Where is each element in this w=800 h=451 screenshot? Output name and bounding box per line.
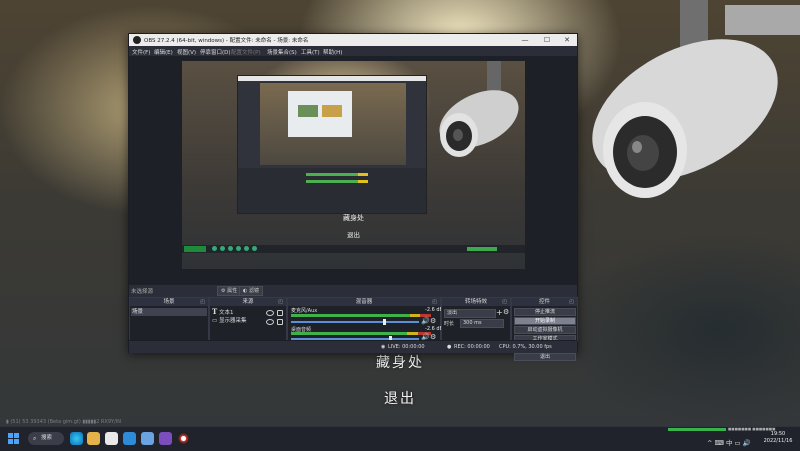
desktop-title-text: 藏身处 — [376, 355, 424, 371]
store-icon[interactable] — [105, 432, 118, 445]
clock-time: 19:50 — [770, 431, 786, 437]
menu-edit[interactable]: 编辑(E) — [154, 48, 173, 56]
taskbar-clock[interactable]: 19:50 2022/11/16 — [760, 431, 796, 445]
lock-icon[interactable] — [277, 319, 283, 325]
dock-float-icon[interactable]: ◰ — [502, 298, 507, 306]
desktop-exit-text[interactable]: 退出 — [0, 388, 800, 408]
volume-meter — [291, 332, 431, 335]
source-item-text[interactable]: T 文本1 — [212, 307, 234, 317]
system-tray-icons[interactable]: ^ ⌨ 中 ▭ 🔊 — [707, 437, 751, 447]
file-explorer-icon[interactable] — [87, 432, 100, 445]
dock-float-icon[interactable]: ◰ — [200, 298, 205, 306]
app-icon[interactable] — [159, 432, 172, 445]
dock-float-icon[interactable]: ◰ — [432, 298, 437, 306]
app-icon[interactable] — [141, 432, 154, 445]
sources-dock: 来源◰ T 文本1 ▭ 显示器采集 + − ⚙ ⌃ ⌄ — [209, 297, 287, 348]
mixer-title: 混音器 — [355, 299, 373, 305]
preview-taskbar — [182, 245, 525, 253]
monitor-icon: ▭ — [212, 318, 218, 324]
filters-button[interactable]: ◐ 滤镜 — [239, 286, 263, 296]
menu-docks[interactable]: 停靠窗口(D) — [200, 48, 231, 56]
audio-mixer-dock: 混音器 ◰ 麦克风/Aux -2.6 dB 🔊 ⚙ 桌面音频 -2.6 dB 🔊 … — [287, 297, 443, 342]
controls-dock: 控件◰ 停止推流 开始录制 启动虚拟摄像机 工作室模式 设置 退出 — [511, 297, 578, 361]
clock-date: 2022/11/16 — [763, 438, 793, 444]
filters-label: 滤镜 — [248, 288, 259, 294]
obs-taskbar-icon[interactable] — [177, 432, 190, 445]
properties-label: 属性 — [227, 288, 238, 294]
lock-icon[interactable] — [277, 310, 283, 316]
stop-streaming-button[interactable]: 停止推流 — [514, 308, 576, 316]
status-bar: ◉ LIVE: 00:00:00 ● REC: 00:00:00 CPU: 0.… — [129, 340, 577, 353]
preview-title-text: 藏身处 — [343, 214, 364, 222]
duration-label: 时长 — [444, 321, 455, 327]
add-transition-icon[interactable]: + — [496, 308, 503, 317]
start-recording-button[interactable]: 开始录制 — [514, 317, 576, 325]
sources-title: 来源 — [242, 299, 254, 305]
preview-camera-image — [439, 61, 519, 157]
obs-window: OBS 27.2.4 (64-bit, windows) - 配置文件: 未命名… — [128, 33, 578, 361]
no-source-label: 未选择源 — [131, 289, 154, 295]
preview-exit-text: 退出 — [347, 231, 360, 239]
live-time: LIVE: 00:00:00 — [388, 344, 425, 350]
context-bar: 未选择源 ⚙ 属性 ◐ 滤镜 — [129, 284, 577, 296]
volume-meter — [291, 314, 431, 317]
dock-float-icon[interactable]: ◰ — [278, 298, 283, 306]
scene-transitions-dock: 转场特效 ◰ 淡出 + ⚙ 时长 300 ms — [441, 297, 511, 341]
visibility-eye-icon[interactable] — [266, 319, 274, 325]
menu-tools[interactable]: 工具(T) — [301, 48, 320, 56]
security-camera-image — [592, 0, 800, 198]
source-name: 显示器采集 — [218, 318, 247, 324]
title-bar[interactable]: OBS 27.2.4 (64-bit, windows) - 配置文件: 未命名… — [129, 34, 577, 46]
preview-canvas[interactable]: 藏身处 退出 — [182, 61, 525, 269]
menu-profile[interactable]: 配置文件(P) — [231, 48, 261, 56]
close-button[interactable]: ✕ — [557, 34, 577, 46]
properties-button[interactable]: ⚙ 属性 — [217, 286, 242, 296]
search-icon: ⌕ — [33, 435, 37, 442]
menu-file[interactable]: 文件(F) — [132, 48, 150, 56]
window-title: OBS 27.2.4 (64-bit, windows) - 配置文件: 未命名… — [144, 38, 309, 44]
scenes-title: 场景 — [163, 299, 175, 305]
obs-logo-icon — [133, 36, 141, 44]
speaker-icon[interactable]: 🔊 — [421, 317, 430, 325]
duration-input[interactable]: 300 ms — [460, 319, 504, 328]
gear-icon[interactable]: ⚙ — [430, 317, 436, 325]
controls-title: 控件 — [538, 299, 550, 305]
edge-browser-icon[interactable] — [70, 432, 83, 445]
rec-time: REC: 00:00:00 — [454, 344, 490, 350]
menu-view[interactable]: 视图(V) — [177, 48, 196, 56]
menu-scene-collection[interactable]: 场景集合(S) — [267, 48, 297, 56]
tray-highlight — [668, 428, 726, 431]
preview-area: 藏身处 退出 — [129, 56, 577, 284]
search-label: 搜索 — [41, 435, 53, 441]
live-status-icon: ◉ — [381, 344, 386, 350]
source-name: 文本1 — [218, 310, 234, 316]
scenes-dock: 场景◰ 场景 + − ⌃ ⌄ — [129, 297, 209, 348]
rec-status-icon: ● — [447, 344, 452, 350]
text-source-icon: T — [212, 307, 218, 316]
mixer-channel-mic: 麦克风/Aux -2.6 dB — [291, 307, 443, 314]
app-icon[interactable] — [123, 432, 136, 445]
nested-obs-preview — [237, 75, 427, 214]
menu-bar: 文件(F) 编辑(E) 视图(V) 停靠窗口(D) 配置文件(P) 场景集合(S… — [129, 46, 577, 56]
minimize-button[interactable]: — — [515, 34, 535, 46]
volume-slider[interactable] — [291, 319, 419, 325]
taskbar-search[interactable]: ⌕ 搜索 — [28, 432, 64, 445]
maximize-button[interactable]: ☐ — [537, 34, 557, 46]
exit-button[interactable]: 退出 — [514, 353, 576, 361]
dock-float-icon[interactable]: ◰ — [569, 298, 574, 306]
transition-type-select[interactable]: 淡出 — [444, 309, 496, 318]
transition-gear-icon[interactable]: ⚙ — [503, 308, 509, 316]
scene-item[interactable]: 场景 — [131, 308, 207, 316]
transitions-title: 转场特效 — [464, 299, 487, 305]
cpu-fps: CPU: 0.7%, 30.00 fps — [499, 344, 552, 350]
source-item-display[interactable]: ▭ 显示器采集 — [212, 317, 246, 325]
menu-help[interactable]: 帮助(H) — [323, 48, 342, 56]
background-url-text: ▮ (51) 53 39343 (Beta gim.gt) ▮▮▮▮▮2 RX9… — [6, 419, 121, 425]
windows-start-icon[interactable] — [8, 433, 19, 444]
visibility-eye-icon[interactable] — [266, 310, 274, 316]
virtual-camera-button[interactable]: 启动虚拟摄像机 — [514, 326, 576, 334]
